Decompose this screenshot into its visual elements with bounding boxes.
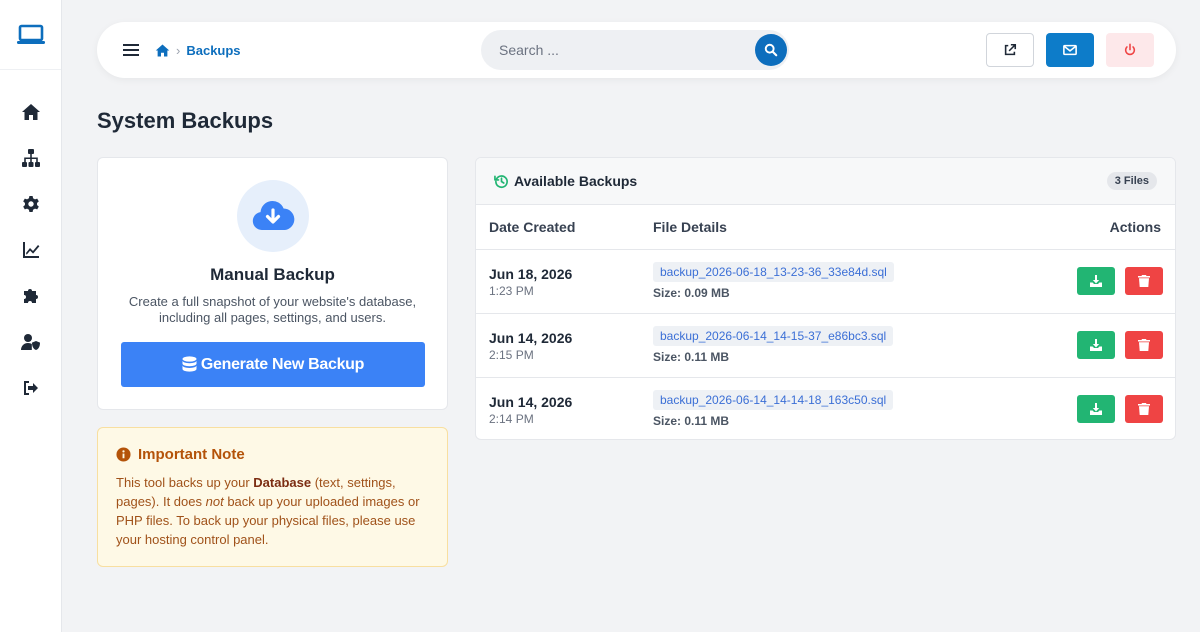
backup-size: Size: 0.09 MB: [653, 286, 730, 300]
file-count-badge: 3 Files: [1106, 172, 1157, 190]
note-text-bold: Database: [253, 475, 312, 490]
delete-backup-button[interactable]: [1125, 331, 1163, 359]
sitemap-icon: [22, 149, 40, 167]
note-title: Important Note: [138, 446, 245, 463]
menu-toggle-button[interactable]: [121, 40, 141, 60]
backups-header: Available Backups 3 Files: [476, 158, 1175, 205]
table-row: Jun 14, 2026 2:15 PM backup_2026-06-14_1…: [476, 314, 1175, 378]
envelope-icon: [1063, 44, 1077, 56]
sidebar-item-home[interactable]: [0, 97, 62, 127]
backup-filename: backup_2026-06-14_14-14-18_163c50.sql: [653, 390, 894, 410]
sidebar-item-settings[interactable]: [0, 189, 62, 219]
chart-line-icon: [23, 242, 40, 258]
backup-filename: backup_2026-06-14_14-15-37_e86bc3.sql: [653, 326, 894, 346]
hamburger-icon: [123, 44, 139, 56]
note-text-em: not: [205, 494, 224, 509]
gear-icon: [23, 196, 39, 212]
sidebar: [0, 0, 62, 632]
table-header: Date Created File Details Actions: [476, 205, 1175, 250]
download-icon: [1090, 403, 1102, 415]
generate-backup-button[interactable]: Generate New Backup: [121, 342, 425, 387]
home-icon: [155, 44, 170, 56]
backup-date: Jun 14, 2026: [489, 394, 573, 410]
table-row: Jun 14, 2026 2:14 PM backup_2026-06-14_1…: [476, 378, 1175, 439]
manual-backup-card: Manual Backup Create a full snapshot of …: [97, 157, 448, 410]
important-note: Important Note This tool backs up your D…: [97, 427, 448, 567]
sidebar-item-plugins[interactable]: [0, 281, 62, 311]
search-box: [481, 30, 789, 70]
search-input[interactable]: [481, 30, 751, 70]
column-file: File Details: [653, 219, 727, 235]
generate-backup-label: Generate New Backup: [200, 355, 365, 373]
table-row: Jun 18, 2026 1:23 PM backup_2026-06-18_1…: [476, 250, 1175, 314]
manual-backup-description: Create a full snapshot of your website's…: [128, 294, 417, 325]
home-icon: [22, 104, 40, 120]
manual-backup-title: Manual Backup: [210, 265, 335, 284]
delete-backup-button[interactable]: [1125, 267, 1163, 295]
info-circle-icon: [116, 447, 131, 462]
download-icon: [1090, 339, 1102, 351]
column-actions: Actions: [1109, 219, 1161, 235]
download-backup-button[interactable]: [1077, 267, 1115, 295]
trash-icon: [1138, 275, 1150, 287]
download-backup-button[interactable]: [1077, 395, 1115, 423]
breadcrumb-home-link[interactable]: [155, 43, 170, 58]
available-backups-card: Available Backups 3 Files Date Created F…: [475, 157, 1176, 440]
backup-time: 2:15 PM: [489, 348, 534, 362]
backup-size: Size: 0.11 MB: [653, 350, 730, 364]
page-title: System Backups: [97, 108, 274, 133]
cloud-download-icon: [252, 200, 295, 231]
breadcrumb-current[interactable]: Backups: [186, 43, 240, 58]
view-site-button[interactable]: [986, 33, 1034, 67]
backup-filename: backup_2026-06-18_13-23-36_33e84d.sql: [653, 262, 894, 282]
column-date: Date Created: [489, 219, 576, 235]
backup-date: Jun 14, 2026: [489, 330, 573, 346]
backup-time: 2:14 PM: [489, 412, 534, 426]
top-bar: › Backups: [97, 22, 1176, 78]
search-button[interactable]: [755, 34, 787, 66]
history-icon: [494, 174, 508, 188]
trash-icon: [1138, 339, 1150, 351]
search-icon: [764, 43, 778, 57]
power-icon: [1124, 43, 1136, 56]
sidebar-item-users[interactable]: [0, 327, 62, 357]
user-shield-icon: [21, 334, 40, 350]
trash-icon: [1138, 403, 1150, 415]
backup-time: 1:23 PM: [489, 284, 534, 298]
sidebar-item-logout[interactable]: [0, 373, 62, 403]
logout-button[interactable]: [1106, 33, 1154, 67]
database-icon: [182, 356, 197, 372]
note-header: Important Note: [116, 446, 429, 463]
backup-date: Jun 18, 2026: [489, 266, 573, 282]
sign-out-icon: [24, 381, 38, 395]
note-text-1: This tool backs up your: [116, 475, 254, 490]
breadcrumb-separator: ›: [176, 42, 181, 58]
sidebar-item-analytics[interactable]: [0, 235, 62, 265]
backup-size: Size: 0.11 MB: [653, 414, 730, 428]
puzzle-icon: [24, 289, 38, 303]
messages-button[interactable]: [1046, 33, 1094, 67]
download-backup-button[interactable]: [1077, 331, 1115, 359]
backups-title: Available Backups: [494, 173, 637, 189]
cloud-download-badge: [237, 180, 309, 252]
external-link-icon: [1004, 43, 1017, 56]
delete-backup-button[interactable]: [1125, 395, 1163, 423]
note-body: This tool backs up your Database (text, …: [116, 473, 429, 549]
sidebar-logo[interactable]: [0, 0, 61, 70]
sidebar-item-sitemap[interactable]: [0, 143, 62, 173]
download-icon: [1090, 275, 1102, 287]
backups-title-text: Available Backups: [514, 173, 638, 189]
breadcrumb: › Backups: [155, 40, 241, 60]
laptop-icon: [16, 24, 45, 44]
